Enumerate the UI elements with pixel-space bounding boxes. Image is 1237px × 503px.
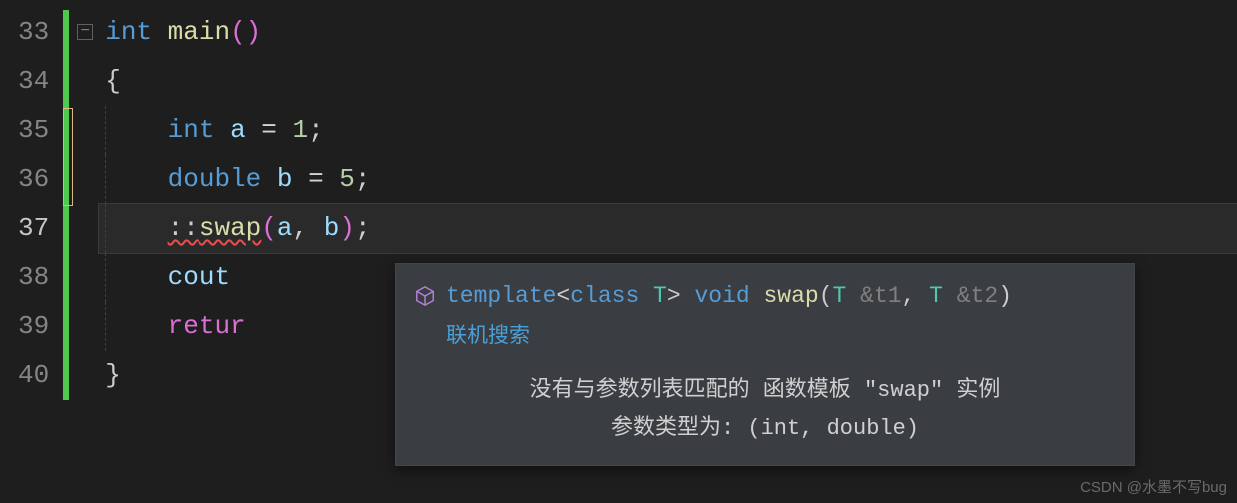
indent-guide [105,106,106,155]
code-line[interactable]: { [99,57,1237,106]
watermark: CSDN @水墨不写bug [1080,476,1227,497]
error-tooltip: template<class T> void swap(T &t1, T &t2… [395,263,1135,466]
error-squiggle: :: [168,213,199,243]
indent-guide [105,155,106,204]
line-number: 33 [18,8,49,57]
unsaved-change-indicator [63,108,73,206]
code-line[interactable]: double b = 5; [99,155,1237,204]
code-line[interactable]: int main() [99,8,1237,57]
online-search-link[interactable]: 联机搜索 [446,321,1116,355]
change-indicator-track [61,0,75,503]
line-number: 34 [18,57,49,106]
error-squiggle: swap [199,213,261,243]
line-number: 37 [18,204,49,253]
line-number: 36 [18,155,49,204]
line-number: 40 [18,351,49,400]
cube-icon [414,285,436,307]
code-line[interactable]: int a = 1; [99,106,1237,155]
fold-minus-icon[interactable]: − [77,24,93,40]
fold-column: − [75,0,99,503]
indent-guide [105,253,106,302]
indent-guide [105,204,106,253]
code-line-active[interactable]: ::swap(a, b); [99,204,1237,253]
line-number: 39 [18,302,49,351]
tooltip-signature-row: template<class T> void swap(T &t1, T &t2… [414,278,1116,315]
line-number-gutter: 33 34 35 36 37 38 39 40 [0,0,61,503]
line-number: 35 [18,106,49,155]
indent-guide [105,302,106,351]
tooltip-signature: template<class T> void swap(T &t1, T &t2… [446,278,1012,315]
tooltip-error-message: 没有与参数列表匹配的 函数模板 "swap" 实例 参数类型为: (int, d… [414,372,1116,447]
line-number: 38 [18,253,49,302]
